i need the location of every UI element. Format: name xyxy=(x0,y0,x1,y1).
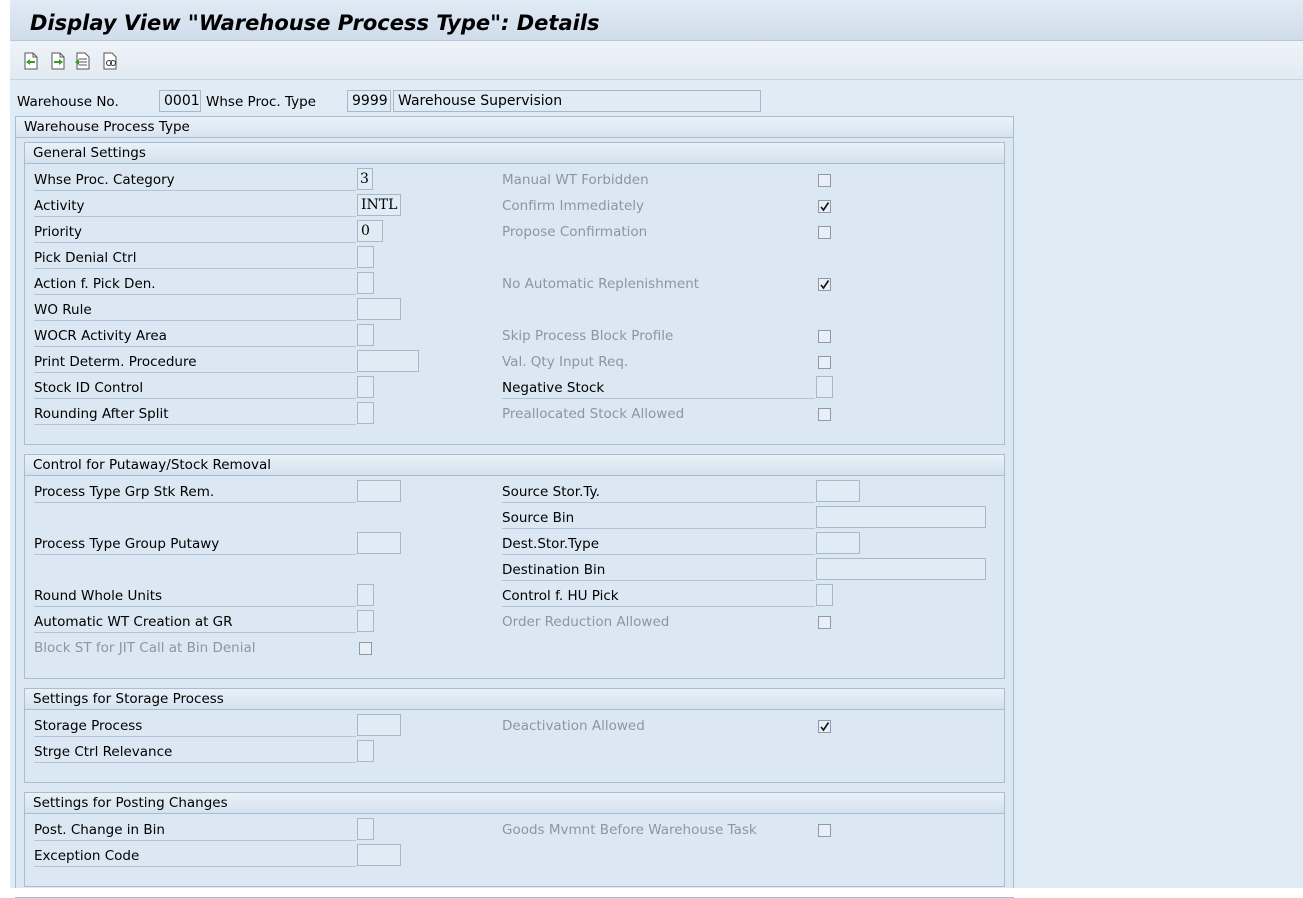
process-type-group-putawy-field[interactable] xyxy=(357,532,401,554)
title-bar: Display View "Warehouse Process Type": D… xyxy=(10,4,1303,41)
activity-field[interactable]: INTL xyxy=(357,194,401,216)
general-settings-title: General Settings xyxy=(33,145,146,161)
preallocated-stock-allowed-label: Preallocated Stock Allowed xyxy=(502,406,685,422)
deactivation-allowed-checkbox[interactable] xyxy=(818,720,831,733)
select-entry-icon[interactable] xyxy=(74,52,92,70)
order-reduction-allowed-label: Order Reduction Allowed xyxy=(502,614,670,630)
automatic-wt-creation-gr-label: Automatic WT Creation at GR xyxy=(34,612,356,633)
whse-proc-category-label: Whse Proc. Category xyxy=(34,170,356,191)
val-qty-input-req-label: Val. Qty Input Req. xyxy=(502,354,629,370)
skip-process-block-profile-checkbox[interactable] xyxy=(818,330,831,343)
storage-process-field[interactable] xyxy=(357,714,401,736)
storage-process-title: Settings for Storage Process xyxy=(33,691,224,707)
checkmark-icon xyxy=(820,280,830,290)
wocr-activity-area-field[interactable] xyxy=(357,324,374,346)
process-type-group-putawy-label: Process Type Group Putawy xyxy=(34,534,356,555)
automatic-wt-creation-gr-field[interactable] xyxy=(357,610,374,632)
wocr-activity-area-label: WOCR Activity Area xyxy=(34,326,356,347)
process-type-grp-stk-rem-label: Process Type Grp Stk Rem. xyxy=(34,482,356,503)
storage-process-header: Settings for Storage Process xyxy=(25,689,1004,710)
post-change-in-bin-label: Post. Change in Bin xyxy=(34,820,356,841)
page-title: Display View "Warehouse Process Type": D… xyxy=(30,11,600,35)
warehouse-no-field[interactable]: 0001 xyxy=(159,90,201,112)
posting-changes-header: Settings for Posting Changes xyxy=(25,793,1004,814)
wo-rule-field[interactable] xyxy=(357,298,401,320)
confirm-immediately-label: Confirm Immediately xyxy=(502,198,645,214)
block-st-jit-call-label: Block ST for JIT Call at Bin Denial xyxy=(34,640,256,656)
negative-stock-label: Negative Stock xyxy=(502,378,815,399)
print-determ-procedure-label: Print Determ. Procedure xyxy=(34,352,356,373)
strge-ctrl-relevance-field[interactable] xyxy=(357,740,374,762)
no-automatic-replenishment-checkbox[interactable] xyxy=(818,278,831,291)
round-whole-units-field[interactable] xyxy=(357,584,374,606)
print-determ-procedure-field[interactable] xyxy=(357,350,419,372)
dest-stor-type-field[interactable] xyxy=(816,532,860,554)
source-bin-field[interactable] xyxy=(816,506,986,528)
negative-stock-field[interactable] xyxy=(816,376,833,398)
putaway-title: Control for Putaway/Stock Removal xyxy=(33,457,271,473)
manual-wt-forbidden-checkbox[interactable] xyxy=(818,174,831,187)
prev-entry-icon[interactable] xyxy=(22,52,40,70)
manual-wt-forbidden-label: Manual WT Forbidden xyxy=(502,172,649,188)
destination-bin-field[interactable] xyxy=(816,558,986,580)
dest-stor-type-label: Dest.Stor.Type xyxy=(502,534,815,555)
whse-proc-type-description: Warehouse Supervision xyxy=(393,90,761,112)
whse-proc-category-field[interactable]: 3 xyxy=(357,168,373,190)
status-area xyxy=(0,888,1303,897)
round-whole-units-label: Round Whole Units xyxy=(34,586,356,607)
rounding-after-split-field[interactable] xyxy=(357,402,374,424)
source-bin-label: Source Bin xyxy=(502,508,815,529)
warehouse-no-label: Warehouse No. xyxy=(17,94,119,110)
no-automatic-replenishment-label: No Automatic Replenishment xyxy=(502,276,700,292)
storage-process-label: Storage Process xyxy=(34,716,356,737)
pick-denial-ctrl-field[interactable] xyxy=(357,246,374,268)
checkmark-icon xyxy=(820,722,830,732)
propose-confirmation-checkbox[interactable] xyxy=(818,226,831,239)
block-st-jit-call-checkbox[interactable] xyxy=(359,642,372,655)
destination-bin-label: Destination Bin xyxy=(502,560,815,581)
confirm-immediately-checkbox[interactable] xyxy=(818,200,831,213)
next-entry-icon[interactable] xyxy=(49,52,67,70)
section-title: Warehouse Process Type xyxy=(24,119,190,135)
whse-proc-type-label: Whse Proc. Type xyxy=(206,94,316,110)
find-icon[interactable] xyxy=(101,52,119,70)
activity-label: Activity xyxy=(34,196,356,217)
skip-process-block-profile-label: Skip Process Block Profile xyxy=(502,328,674,344)
order-reduction-allowed-checkbox[interactable] xyxy=(818,616,831,629)
putaway-header: Control for Putaway/Stock Removal xyxy=(25,455,1004,476)
val-qty-input-req-checkbox[interactable] xyxy=(818,356,831,369)
source-stor-ty-label: Source Stor.Ty. xyxy=(502,482,815,503)
priority-field[interactable]: 0 xyxy=(357,220,383,242)
exception-code-field[interactable] xyxy=(357,844,401,866)
general-settings-header: General Settings xyxy=(25,143,1004,164)
deactivation-allowed-label: Deactivation Allowed xyxy=(502,718,645,734)
whse-proc-type-field[interactable]: 9999 xyxy=(347,90,391,112)
preallocated-stock-allowed-checkbox[interactable] xyxy=(818,408,831,421)
propose-confirmation-label: Propose Confirmation xyxy=(502,224,648,240)
exception-code-label: Exception Code xyxy=(34,846,356,867)
control-hu-pick-field[interactable] xyxy=(816,584,833,606)
source-stor-ty-field[interactable] xyxy=(816,480,860,502)
control-hu-pick-label: Control f. HU Pick xyxy=(502,586,815,607)
section-header: Warehouse Process Type xyxy=(16,117,1013,138)
stock-id-control-label: Stock ID Control xyxy=(34,378,356,399)
goods-mvmnt-before-wt-checkbox[interactable] xyxy=(818,824,831,837)
stock-id-control-field[interactable] xyxy=(357,376,374,398)
priority-label: Priority xyxy=(34,222,356,243)
action-pick-den-field[interactable] xyxy=(357,272,374,294)
post-change-in-bin-field[interactable] xyxy=(357,818,374,840)
rounding-after-split-label: Rounding After Split xyxy=(34,404,356,425)
action-pick-den-label: Action f. Pick Den. xyxy=(34,274,356,295)
posting-changes-title: Settings for Posting Changes xyxy=(33,795,228,811)
application-toolbar xyxy=(10,41,1303,80)
checkmark-icon xyxy=(820,202,830,212)
wo-rule-label: WO Rule xyxy=(34,300,356,321)
goods-mvmnt-before-wt-label: Goods Mvmnt Before Warehouse Task xyxy=(502,822,757,838)
process-type-grp-stk-rem-field[interactable] xyxy=(357,480,401,502)
strge-ctrl-relevance-label: Strge Ctrl Relevance xyxy=(34,742,356,763)
pick-denial-ctrl-label: Pick Denial Ctrl xyxy=(34,248,356,269)
